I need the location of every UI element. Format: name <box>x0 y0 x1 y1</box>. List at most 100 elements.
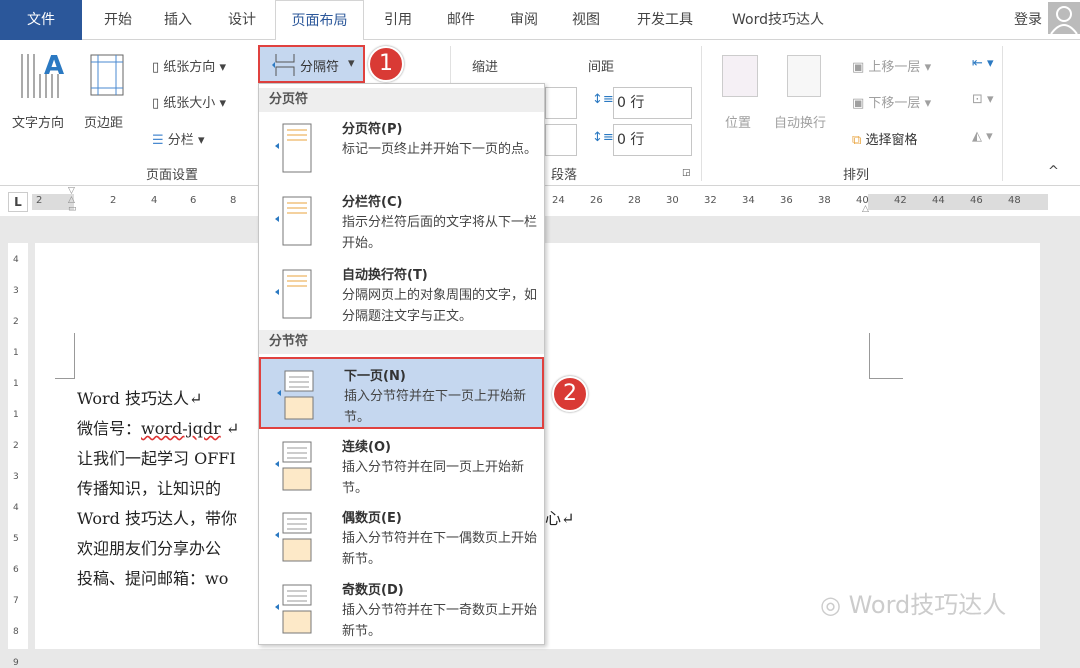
menu-item-desc: 插入分节符并在同一页上开始新节。 <box>342 460 525 496</box>
margins-button[interactable]: 页边距 <box>84 112 123 131</box>
menu-item-desc: 标记一页终止并开始下一页的点。 <box>342 142 538 157</box>
tab-references[interactable]: 引用 <box>370 0 426 40</box>
avatar[interactable] <box>1048 2 1080 35</box>
doc-line[interactable]: Word 技巧达人，带你 <box>77 505 237 529</box>
doc-line[interactable]: 投稿、提问邮箱：wo <box>77 565 228 589</box>
vruler-tick-label: 8 <box>13 627 19 637</box>
doc-line[interactable]: 传播知识，让知识的 <box>77 475 221 499</box>
menu-item-odd-page[interactable]: 奇数页(D) 插入分节符并在下一奇数页上开始新节。 <box>259 573 544 645</box>
bring-forward-button[interactable]: ▣ 上移一层 ▾ <box>852 56 931 75</box>
right-indent-marker[interactable]: △ <box>862 204 869 214</box>
menu-item-title: 偶数页(E) <box>342 511 402 526</box>
tab-review[interactable]: 审阅 <box>496 0 552 40</box>
arrange-group-label: 排列 <box>843 168 870 183</box>
breaks-dropdown-menu: 分页符 分节符 分页符(P) 标记一页终止并开始下一页的点。 分栏符(C) 指示分栏符… <box>258 83 545 645</box>
menu-item-title: 奇数页(D) <box>342 583 404 598</box>
menu-item-even-page[interactable]: 偶数页(E) 插入分节符并在下一偶数页上开始新节。 <box>259 501 544 573</box>
vruler-tick-label: 4 <box>13 255 19 265</box>
ruler-tick-label: 44 <box>932 195 945 206</box>
size-label: 纸张大小 <box>163 96 216 111</box>
vertical-ruler[interactable]: 4 3 2 1 1 1 2 3 4 5 6 7 8 9 <box>8 243 28 668</box>
doc-line[interactable]: 欢迎朋友们分享办公 <box>77 535 221 559</box>
wrap-text-icon <box>787 55 821 97</box>
rotate-icon[interactable]: ◭ ▾ <box>972 129 993 144</box>
vruler-tick-label: 2 <box>13 441 19 451</box>
columns-button[interactable]: ☰ 分栏 ▾ <box>152 129 204 148</box>
callout-badge-2: 2 <box>552 376 588 412</box>
tab-insert[interactable]: 插入 <box>150 0 206 40</box>
position-icon <box>722 55 758 97</box>
tab-page-layout[interactable]: 页面布局 <box>275 0 364 41</box>
indent-marker[interactable]: ▽ △ ▭ <box>68 187 78 217</box>
dialog-launcher-icon[interactable]: ◲ <box>682 168 691 178</box>
doc-line[interactable]: Word 技巧达人↵ <box>77 385 202 409</box>
spacing-before-icon: ↕≡ <box>592 92 614 107</box>
send-backward-button[interactable]: ▣ 下移一层 ▾ <box>852 92 931 111</box>
ruler-tick-label: 2 <box>110 195 117 206</box>
misspelled-word[interactable]: word-jqdr <box>141 419 221 438</box>
tab-view[interactable]: 视图 <box>558 0 614 40</box>
wechat-icon: ◎ <box>820 591 841 619</box>
ruler-tick-label: 36 <box>780 195 793 206</box>
menu-item-text-wrapping-break[interactable]: 自动换行符(T) 分隔网页上的对象周围的文字，如分隔题注文字与正文。 <box>259 258 544 330</box>
ruler-tick-label: 38 <box>818 195 831 206</box>
ruler-tick-label: 48 <box>1008 195 1021 206</box>
vruler-tick-label: 2 <box>13 317 19 327</box>
tab-word-tips[interactable]: Word技巧达人 <box>718 0 838 40</box>
align-icon[interactable]: ⇤ ▾ <box>972 56 994 71</box>
wrap-text-button[interactable]: 自动换行 <box>774 112 826 131</box>
menu-item-desc: 分隔网页上的对象周围的文字，如分隔题注文字与正文。 <box>342 288 538 324</box>
menu-item-continuous[interactable]: 连续(O) 插入分节符并在同一页上开始新节。 <box>259 430 544 502</box>
svg-text:A: A <box>44 51 64 81</box>
margin-corner-mark <box>55 333 75 379</box>
menu-item-desc: 插入分节符并在下一页上开始新节。 <box>344 389 527 425</box>
vruler-tick-label: 3 <box>13 472 19 482</box>
tab-design[interactable]: 设计 <box>214 0 270 40</box>
columns-icon: ☰ <box>152 133 164 148</box>
login-link[interactable]: 登录 <box>1008 0 1048 40</box>
breaks-button[interactable]: 分隔符 ▾ <box>258 45 365 83</box>
menu-item-title: 连续(O) <box>342 440 391 455</box>
tab-selector[interactable]: L <box>8 192 28 212</box>
even-page-icon <box>275 512 312 562</box>
menu-item-title: 下一页(N) <box>344 369 406 384</box>
menu-item-column-break[interactable]: 分栏符(C) 指示分栏符后面的文字将从下一栏开始。 <box>259 185 544 257</box>
doc-line[interactable]: 微信号：word-jqdr ↵ <box>77 415 239 439</box>
text-direction-button[interactable]: 文字方向 <box>12 112 64 131</box>
spacing-after-input[interactable]: 0 行 <box>613 124 692 156</box>
menu-item-title: 自动换行符(T) <box>342 268 428 283</box>
vruler-tick-label: 1 <box>13 379 19 389</box>
column-break-icon <box>275 196 312 246</box>
indent-left-input[interactable] <box>545 87 577 119</box>
orientation-button[interactable]: ▯ 纸张方向 ▾ <box>152 56 226 75</box>
callout-badge-1: 1 <box>368 46 404 82</box>
menu-item-title: 分栏符(C) <box>342 195 403 210</box>
ruler-tick-label: 6 <box>190 195 197 206</box>
watermark: ◎ Word技巧达人 <box>820 585 1006 620</box>
ruler-tick-label: 46 <box>970 195 983 206</box>
breaks-label: 分隔符 <box>300 60 340 75</box>
ruler-tick-label: 2 <box>36 195 43 206</box>
position-button[interactable]: 位置 <box>725 112 751 131</box>
tab-mailings[interactable]: 邮件 <box>433 0 489 40</box>
tab-file[interactable]: 文件 <box>0 0 82 40</box>
selection-pane-button[interactable]: ⧉ 选择窗格 <box>852 129 917 148</box>
spacing-before-input[interactable]: 0 行 <box>613 87 692 119</box>
margin-corner-mark <box>869 333 903 379</box>
doc-line[interactable]: 让我们一起学习 OFFI <box>77 445 236 469</box>
size-button[interactable]: ▯ 纸张大小 ▾ <box>152 92 226 111</box>
ruler-tick-label: 8 <box>230 195 237 206</box>
indent-right-input[interactable] <box>545 124 577 156</box>
group-icon[interactable]: ⊡ ▾ <box>972 92 994 107</box>
text-wrapping-break-icon <box>275 269 312 319</box>
menu-item-page-break[interactable]: 分页符(P) 标记一页终止并开始下一页的点。 <box>259 112 544 184</box>
margins-icon <box>90 54 124 100</box>
collapse-ribbon-icon[interactable]: ^ <box>1048 164 1059 179</box>
ribbon-tabs: 文件 开始 插入 设计 页面布局 引用 邮件 审阅 视图 开发工具 Word技巧… <box>0 0 1080 41</box>
tab-developer[interactable]: 开发工具 <box>625 0 705 40</box>
spacing-label: 间距 <box>588 60 615 75</box>
selection-pane-icon: ⧉ <box>852 133 862 148</box>
menu-item-next-page[interactable]: 下一页(N) 插入分节符并在下一页上开始新节。 <box>259 357 544 429</box>
tab-home[interactable]: 开始 <box>90 0 146 40</box>
indent-label: 缩进 <box>472 60 499 75</box>
